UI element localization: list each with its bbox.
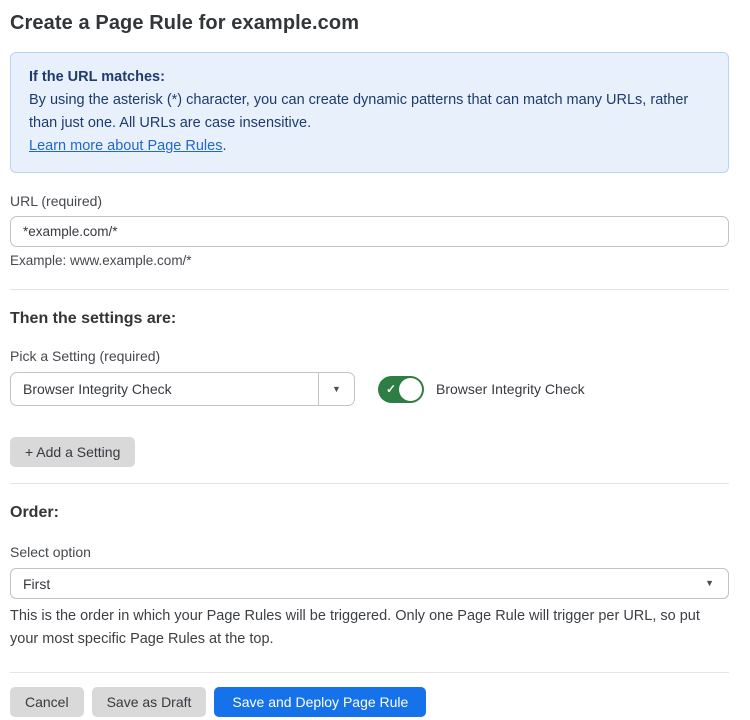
setting-row: Browser Integrity Check ▼ ✓ Browser Inte… [10,372,729,406]
divider [10,672,729,673]
check-icon: ✓ [386,383,396,395]
cancel-button[interactable]: Cancel [10,687,84,717]
url-match-info-box: If the URL matches: By using the asteris… [10,52,729,173]
setting-picker-arrow-button[interactable]: ▼ [318,373,354,405]
url-field-label: URL (required) [10,193,729,209]
chevron-down-icon: ▼ [705,579,714,588]
learn-more-link[interactable]: Learn more about Page Rules [29,138,222,154]
save-as-draft-button[interactable]: Save as Draft [92,687,207,717]
order-select-label: Select option [10,544,729,560]
page-rule-form: Create a Page Rule for example.com If th… [0,0,750,717]
setting-picker-value: Browser Integrity Check [11,373,318,405]
add-setting-button[interactable]: + Add a Setting [10,437,135,467]
settings-section-heading: Then the settings are: [10,310,729,328]
chevron-down-icon: ▼ [332,385,341,394]
setting-picker-dropdown[interactable]: Browser Integrity Check ▼ [10,372,355,406]
url-input[interactable] [10,216,729,247]
browser-integrity-toggle[interactable]: ✓ [378,376,424,403]
info-box-link-line: Learn more about Page Rules. [29,135,710,158]
order-section-heading: Order: [10,504,729,522]
url-example-helper: Example: www.example.com/* [10,253,729,268]
order-select[interactable]: First ▼ [10,568,729,599]
order-select-value: First [23,576,50,592]
save-and-deploy-button[interactable]: Save and Deploy Page Rule [214,687,426,717]
toggle-knob [399,378,422,401]
info-box-body: By using the asterisk (*) character, you… [29,89,710,135]
page-title: Create a Page Rule for example.com [10,12,729,35]
divider [10,483,729,484]
order-helper-text: This is the order in which your Page Rul… [10,605,729,651]
pick-setting-label: Pick a Setting (required) [10,348,729,364]
footer-buttons: Cancel Save as Draft Save and Deploy Pag… [10,687,729,717]
toggle-label: Browser Integrity Check [436,381,585,397]
info-box-heading: If the URL matches: [29,66,710,89]
divider [10,289,729,290]
link-suffix: . [222,138,226,154]
